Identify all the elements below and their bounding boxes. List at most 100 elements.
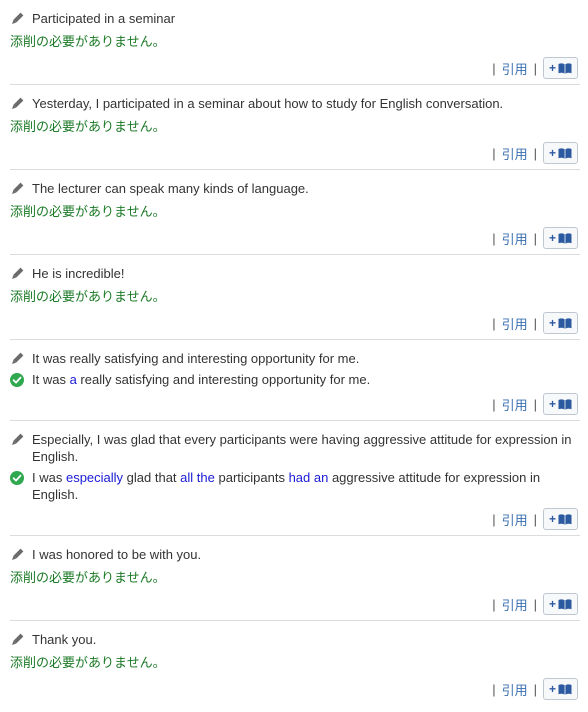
quote-link[interactable]: 引用 xyxy=(502,595,528,614)
add-to-notebook-button[interactable]: + xyxy=(542,678,578,700)
add-to-notebook-button[interactable]: + xyxy=(542,508,578,530)
book-icon xyxy=(558,598,572,610)
pencil-icon xyxy=(10,182,26,196)
correction-segment: really satisfying and interesting opport… xyxy=(76,372,371,387)
entry-actions: | 引用 | + xyxy=(10,141,580,165)
no-correction-needed-text: 添削の必要がありません。 xyxy=(10,655,166,670)
separator: | xyxy=(533,596,537,612)
add-to-notebook-button[interactable]: + xyxy=(542,393,578,415)
separator: | xyxy=(492,511,496,527)
original-sentence-text: The lecturer can speak many kinds of lan… xyxy=(32,181,309,196)
correction-highlight: all the xyxy=(180,470,215,485)
pencil-icon xyxy=(10,433,26,447)
separator: | xyxy=(492,681,496,697)
no-correction-needed-text: 添削の必要がありません。 xyxy=(10,34,166,49)
separator: | xyxy=(492,60,496,76)
quote-link[interactable]: 引用 xyxy=(502,510,528,529)
original-sentence-text: Participated in a seminar xyxy=(32,11,176,26)
plus-icon: + xyxy=(548,231,556,245)
book-icon xyxy=(558,513,572,525)
check-circle-icon xyxy=(10,471,26,485)
sentence-entry: He is incredible! 添削の必要がありません。 | 引用 | + xyxy=(10,255,580,340)
separator: | xyxy=(533,145,537,161)
corrected-sentence-row: I was especially glad that all the parti… xyxy=(10,469,580,503)
no-correction-needed-text: 添削の必要がありません。 xyxy=(10,119,166,134)
entry-actions: | 引用 | + xyxy=(10,56,580,80)
pencil-icon xyxy=(10,97,26,111)
add-to-notebook-button[interactable]: + xyxy=(542,227,578,249)
plus-icon: + xyxy=(548,597,556,611)
sentence-entry: I was honored to be with you. 添削の必要がありませ… xyxy=(10,536,580,621)
separator: | xyxy=(492,145,496,161)
quote-link[interactable]: 引用 xyxy=(502,680,528,699)
correction-segment: participants xyxy=(214,470,289,485)
quote-link[interactable]: 引用 xyxy=(502,144,528,163)
separator: | xyxy=(492,596,496,612)
book-icon xyxy=(558,232,572,244)
pencil-icon xyxy=(10,633,26,647)
add-to-notebook-button[interactable]: + xyxy=(542,57,578,79)
correction-segment: It was xyxy=(32,372,70,387)
corrected-sentence-text: It was a really satisfying and interesti… xyxy=(32,372,370,387)
original-sentence-text: Especially, I was glad that every partic… xyxy=(32,432,572,464)
plus-icon: + xyxy=(548,512,556,526)
book-icon xyxy=(558,62,572,74)
quote-link[interactable]: 引用 xyxy=(502,314,528,333)
book-icon xyxy=(558,683,572,695)
pencil-icon xyxy=(10,12,26,26)
plus-icon: + xyxy=(548,61,556,75)
sentence-entry: It was really satisfying and interesting… xyxy=(10,340,580,421)
quote-link[interactable]: 引用 xyxy=(502,59,528,78)
separator: | xyxy=(492,315,496,331)
original-sentence-text: Yesterday, I participated in a seminar a… xyxy=(32,96,504,111)
corrected-sentence-text: I was especially glad that all the parti… xyxy=(32,470,540,502)
original-sentence-row: I was honored to be with you. xyxy=(10,546,580,563)
sentence-entry: Participated in a seminar 添削の必要がありません。 |… xyxy=(10,0,580,85)
original-sentence-row: Yesterday, I participated in a seminar a… xyxy=(10,95,580,112)
correction-segment: I was xyxy=(32,470,66,485)
original-sentence-row: Especially, I was glad that every partic… xyxy=(10,431,580,465)
separator: | xyxy=(492,230,496,246)
separator: | xyxy=(533,315,537,331)
corrected-sentence-row: It was a really satisfying and interesti… xyxy=(10,371,580,388)
separator: | xyxy=(533,230,537,246)
correction-highlight: a xyxy=(69,372,77,387)
correction-segment: glad that xyxy=(123,470,181,485)
pencil-icon xyxy=(10,352,26,366)
original-sentence-text: It was really satisfying and interesting… xyxy=(32,351,360,366)
correction-highlight: especially xyxy=(65,470,124,485)
plus-icon: + xyxy=(548,682,556,696)
plus-icon: + xyxy=(548,316,556,330)
sentence-entry: The lecturer can speak many kinds of lan… xyxy=(10,170,580,255)
entry-actions: | 引用 | + xyxy=(10,507,580,531)
book-icon xyxy=(558,398,572,410)
original-sentence-text: He is incredible! xyxy=(32,266,125,281)
no-correction-needed-text: 添削の必要がありません。 xyxy=(10,204,166,219)
pencil-icon xyxy=(10,267,26,281)
entry-actions: | 引用 | + xyxy=(10,226,580,250)
entry-actions: | 引用 | + xyxy=(10,677,580,701)
add-to-notebook-button[interactable]: + xyxy=(542,142,578,164)
entry-actions: | 引用 | + xyxy=(10,392,580,416)
sentence-entry: Yesterday, I participated in a seminar a… xyxy=(10,85,580,170)
sentence-entry: Thank you. 添削の必要がありません。 | 引用 | + xyxy=(10,621,580,705)
original-sentence-row: Participated in a seminar xyxy=(10,10,580,27)
book-icon xyxy=(558,317,572,329)
add-to-notebook-button[interactable]: + xyxy=(542,312,578,334)
correction-list: Participated in a seminar 添削の必要がありません。 |… xyxy=(0,0,588,705)
correction-highlight: had an xyxy=(288,470,329,485)
original-sentence-row: It was really satisfying and interesting… xyxy=(10,350,580,367)
no-correction-needed-text: 添削の必要がありません。 xyxy=(10,570,166,585)
quote-link[interactable]: 引用 xyxy=(502,395,528,414)
original-sentence-text: I was honored to be with you. xyxy=(32,547,202,562)
separator: | xyxy=(533,60,537,76)
original-sentence-row: Thank you. xyxy=(10,631,580,648)
entry-actions: | 引用 | + xyxy=(10,311,580,335)
add-to-notebook-button[interactable]: + xyxy=(542,593,578,615)
entry-actions: | 引用 | + xyxy=(10,592,580,616)
separator: | xyxy=(533,396,537,412)
pencil-icon xyxy=(10,548,26,562)
separator: | xyxy=(492,396,496,412)
quote-link[interactable]: 引用 xyxy=(502,229,528,248)
no-correction-needed-text: 添削の必要がありません。 xyxy=(10,289,166,304)
